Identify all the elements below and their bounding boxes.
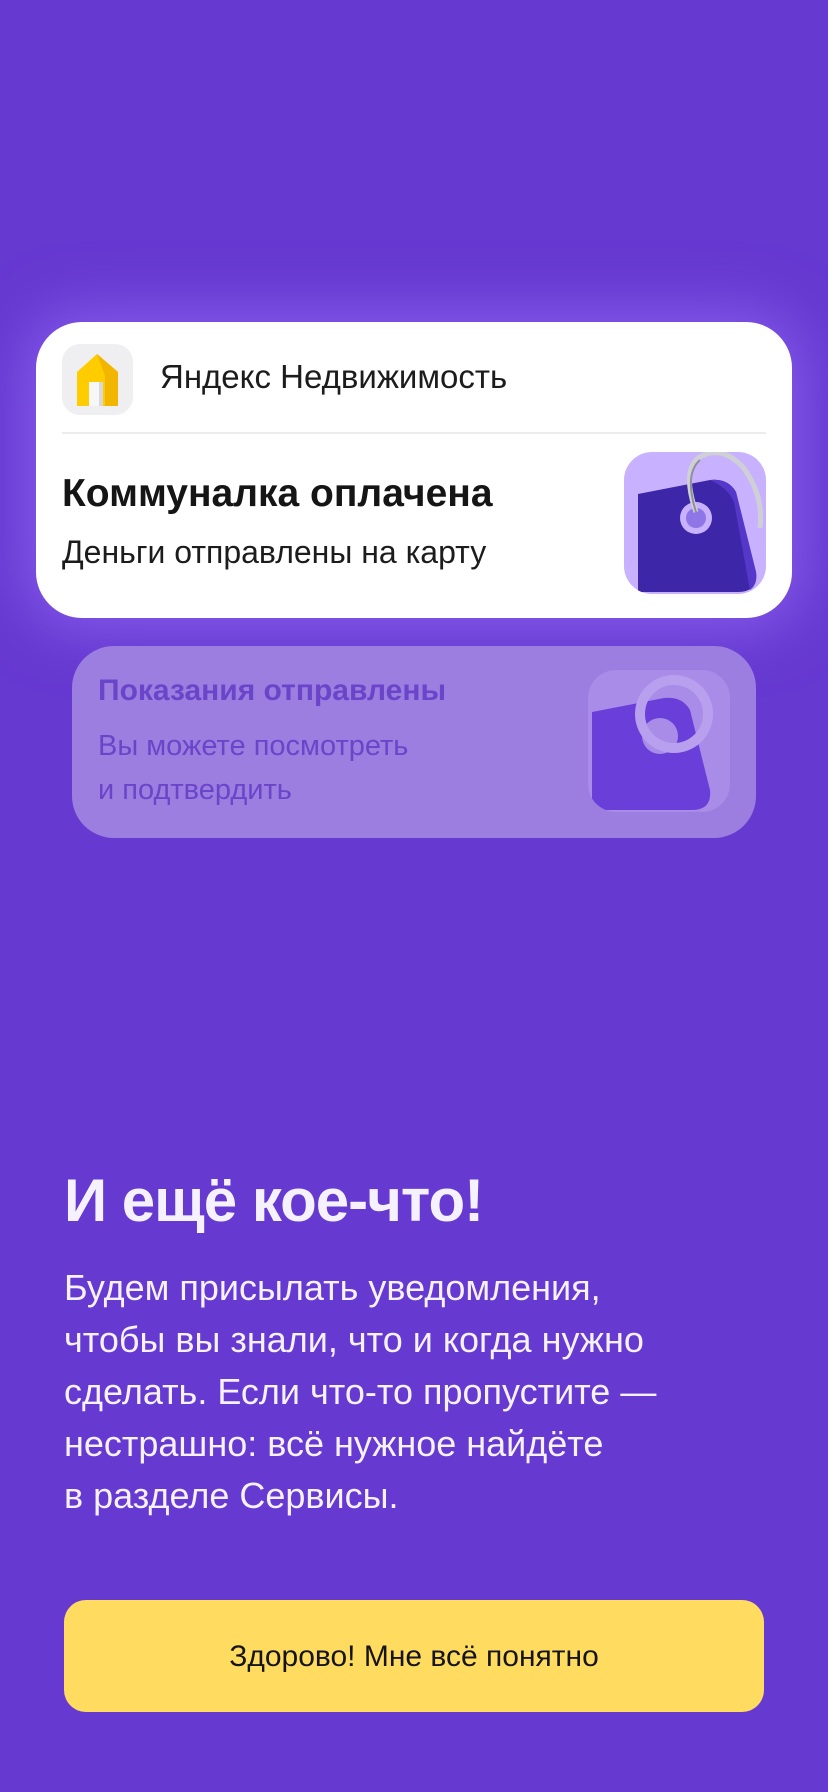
secondary-notification-card[interactable]: Показания отправлены Вы можете посмотрет… <box>72 646 756 838</box>
confirm-button[interactable]: Здорово! Мне всё понятно <box>64 1600 764 1712</box>
page-heading: И ещё кое-что! <box>64 1167 484 1234</box>
secondary-notification-title: Показания отправлены <box>98 674 447 707</box>
yandex-realty-house-icon <box>77 354 118 406</box>
description-line: чтобы вы знали, что и когда нужно <box>64 1319 644 1360</box>
price-tag-icon <box>592 675 713 810</box>
description-line: в разделе Сервисы. <box>64 1475 399 1516</box>
description-text: Будем присылать уведомления, чтобы вы зн… <box>64 1262 764 1522</box>
secondary-notification-text-line2: и подтвердить <box>98 774 292 806</box>
app-icon <box>62 344 133 415</box>
price-tag-icon <box>638 452 764 592</box>
description-line: сделать. Если что-то пропустите — <box>64 1371 657 1412</box>
description-line: нестрашно: всё нужное найдёте <box>64 1423 604 1464</box>
description-line: Будем присылать уведомления, <box>64 1267 601 1308</box>
app-name: Яндекс Недвижимость <box>160 358 508 395</box>
notification-text: Деньги отправлены на карту <box>62 534 487 570</box>
notification-image <box>624 452 766 594</box>
notification-title: Коммуналка оплачена <box>62 472 493 515</box>
divider <box>62 432 766 434</box>
notification-card[interactable]: Яндекс Недвижимость Коммуналка оплачена … <box>36 322 792 618</box>
secondary-notification-text-line1: Вы можете посмотреть <box>98 730 409 762</box>
secondary-notification-image <box>588 670 730 812</box>
